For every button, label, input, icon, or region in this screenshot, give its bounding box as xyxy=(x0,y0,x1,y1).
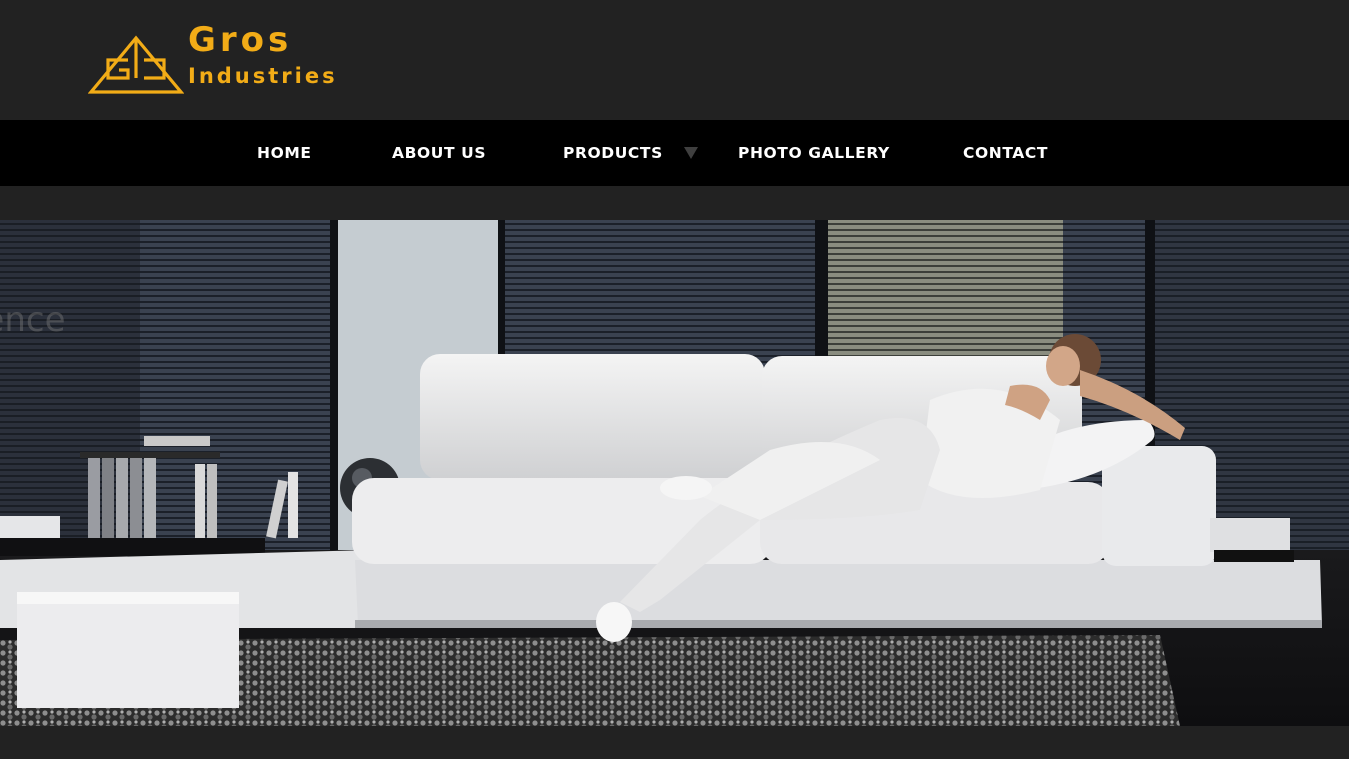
site-logo[interactable]: Gros Industries xyxy=(88,20,418,96)
nav-about-us[interactable]: ABOUT US xyxy=(392,120,486,186)
nav-products[interactable]: PRODUCTS xyxy=(563,120,663,186)
spacer-band xyxy=(0,186,1349,220)
triangle-gi-monogram-icon xyxy=(88,35,184,94)
hero-slider[interactable]: rience xyxy=(0,220,1349,726)
nav-home[interactable]: HOME xyxy=(257,120,312,186)
main-nav: HOME ABOUT US PRODUCTS PHOTO GALLERY CON… xyxy=(0,120,1349,186)
nav-photo-gallery[interactable]: PHOTO GALLERY xyxy=(738,120,890,186)
brand-name-line1: Gros xyxy=(188,20,293,60)
caret-down-icon[interactable] xyxy=(684,147,698,159)
brand-name-line2: Industries xyxy=(188,64,338,88)
content-band xyxy=(0,726,1349,759)
site-header: Gros Industries xyxy=(0,0,1349,120)
hero-caption: rience xyxy=(0,300,66,340)
nav-contact[interactable]: CONTACT xyxy=(963,120,1048,186)
living-room-white-sofa-photo xyxy=(0,220,1349,726)
